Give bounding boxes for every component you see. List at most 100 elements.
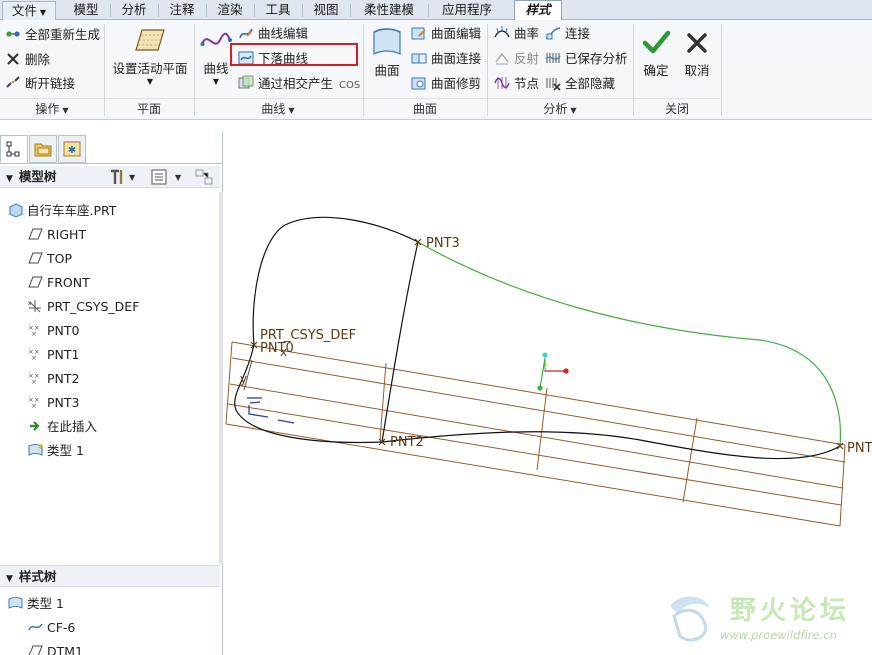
edited-curve[interactable]: [417, 241, 841, 447]
grid-line: [379, 362, 387, 441]
free-curve-icon: [28, 623, 43, 631]
nodes-button[interactable]: 节点: [494, 73, 539, 95]
handle-node[interactable]: [537, 385, 543, 391]
delete-x-icon: [7, 53, 19, 65]
tree-item-front[interactable]: FRONT: [28, 272, 90, 294]
tab-label: 渲染: [217, 2, 243, 17]
group-label-curve[interactable]: 曲线 ▼: [194, 100, 362, 118]
tab-render[interactable]: 渲染: [206, 1, 255, 20]
edit-drag-handle[interactable]: [537, 352, 569, 391]
part-icon: [9, 203, 23, 217]
csys-axis: [249, 401, 261, 404]
watermark-logo-icon: [670, 596, 710, 642]
tab-applications[interactable]: 应用程序: [428, 1, 506, 20]
tree-settings-button[interactable]: ▼: [108, 168, 136, 193]
reflect-icon: [495, 52, 509, 65]
tab-tools[interactable]: 工具: [254, 1, 303, 20]
tab-view[interactable]: 视图: [302, 1, 351, 20]
svg-text:×: ×: [31, 330, 37, 337]
svg-text:▼: ▼: [175, 173, 182, 182]
collapse-triangle-icon[interactable]: ▼: [6, 568, 13, 590]
style-tree-item-dtm1[interactable]: DTM1: [28, 641, 83, 655]
tree-item-pnt0[interactable]: ×× × PNT0: [28, 320, 79, 342]
style-feature-icon: [8, 597, 23, 609]
chevron-down-icon: ▼: [570, 106, 577, 115]
set-active-plane-button[interactable]: 设置活动平面 ▼: [108, 26, 192, 86]
connect-analysis-button[interactable]: 连接: [545, 23, 590, 45]
model-tree-header[interactable]: ▼ 模型树 ▼ ▼: [0, 166, 220, 188]
style-tree-item-type1[interactable]: 类型 1: [8, 593, 64, 615]
surface-trim-button[interactable]: 曲面修剪: [411, 73, 481, 95]
cancel-button[interactable]: 取消: [678, 28, 716, 79]
group-label-surface: 曲面: [363, 100, 487, 118]
folder-browser-tab[interactable]: [29, 135, 57, 163]
watermark-title: 野火论坛: [730, 596, 851, 626]
profile-curve-top: [252, 216, 419, 346]
graphics-area[interactable]: PNT3 PRT_CSYS_DEF PNT0 PNT2 PNT1 x y: [223, 120, 872, 655]
tab-style[interactable]: 样式: [514, 0, 562, 21]
curve-icon: [200, 32, 232, 46]
tree-filter-button[interactable]: [194, 168, 216, 193]
curve-edit-button[interactable]: 曲线编辑: [238, 23, 308, 45]
favorites-tab[interactable]: ✱: [58, 135, 86, 163]
delete-button[interactable]: 删除: [5, 49, 50, 71]
tree-item-label: 类型 1: [47, 443, 84, 458]
tree-item-style-feature[interactable]: ✱ 类型 1: [28, 440, 84, 462]
tree-item-part[interactable]: 自行车车座.PRT: [8, 200, 116, 222]
ok-button[interactable]: 确定: [638, 28, 674, 79]
tree-item-pnt2[interactable]: ×× × PNT2: [28, 368, 79, 390]
tab-model[interactable]: 模型: [62, 1, 111, 20]
group-label-analysis[interactable]: 分析 ▼: [487, 100, 633, 118]
datum-point-icon: ×××: [28, 348, 40, 361]
pnt2-label: PNT2: [390, 435, 424, 450]
curve-edit-icon: [239, 28, 253, 39]
tree-columns-button[interactable]: ▼: [150, 168, 186, 193]
tree-item-label: DTM1: [47, 644, 83, 655]
curvature-button[interactable]: 曲率: [494, 23, 539, 45]
tab-label: 工具: [265, 2, 291, 17]
unlink-button[interactable]: 断开链接: [5, 73, 75, 95]
tab-analysis[interactable]: 分析: [110, 1, 159, 20]
surface-edit-icon: [411, 27, 426, 40]
handle-node[interactable]: [542, 352, 548, 358]
model-tree-tab[interactable]: [0, 135, 28, 163]
tree-item-top[interactable]: TOP: [28, 248, 72, 270]
group-label-text: 分析: [543, 102, 568, 116]
hide-all-button[interactable]: 全部隐藏: [545, 73, 615, 95]
handle-node[interactable]: [563, 368, 569, 374]
collapse-triangle-icon[interactable]: ▼: [6, 168, 13, 190]
reflect-button[interactable]: 反射: [494, 48, 539, 70]
saved-analysis-button[interactable]: 已保存分析: [545, 48, 628, 70]
curve-edit-highlight: [230, 43, 358, 66]
tree-item-csys[interactable]: x PRT_CSYS_DEF: [28, 296, 139, 318]
svg-text:×: ×: [31, 402, 37, 409]
intersect-curve-button[interactable]: 通过相交产生 COS: [238, 73, 360, 95]
group-label-operations[interactable]: 操作 ▼: [0, 100, 104, 118]
grid-line: [225, 423, 841, 527]
datum-plane-grid: [225, 341, 846, 527]
tab-file[interactable]: 文件 ▼: [2, 1, 56, 20]
tab-label: 分析: [121, 2, 147, 17]
reflect-label: 反射: [514, 51, 540, 66]
tree-item-right[interactable]: RIGHT: [28, 224, 86, 246]
surface-edit-button[interactable]: 曲面编辑: [411, 23, 481, 45]
surface-connect-button[interactable]: 曲面连接: [411, 48, 481, 70]
regenerate-all-button[interactable]: 全部重新生成: [5, 24, 100, 46]
profile-curve-mid: [381, 241, 419, 443]
tab-annotate[interactable]: 注释: [158, 1, 207, 20]
cancel-label: 取消: [684, 63, 710, 78]
tree-item-pnt3[interactable]: ×× × PNT3: [28, 392, 79, 414]
regenerate-label: 全部重新生成: [25, 27, 101, 42]
grid-line: [682, 417, 698, 503]
datum-point-icon: ×××: [28, 372, 40, 385]
style-tree-item-cf6[interactable]: CF-6: [28, 617, 75, 639]
tab-flexible-modeling[interactable]: 柔性建模: [350, 1, 429, 20]
tree-item-pnt1[interactable]: ×× × PNT1: [28, 344, 79, 366]
surface-icon: [373, 28, 401, 55]
surface-button[interactable]: 曲面: [367, 26, 407, 79]
tree-item-insert-here[interactable]: 在此插入: [28, 416, 97, 438]
datum-point-icon: ×××: [28, 324, 40, 337]
style-tree-header[interactable]: ▼ 样式树: [0, 565, 220, 587]
group-label-text: 平面: [136, 102, 161, 116]
tree-item-label: PNT2: [47, 371, 80, 386]
